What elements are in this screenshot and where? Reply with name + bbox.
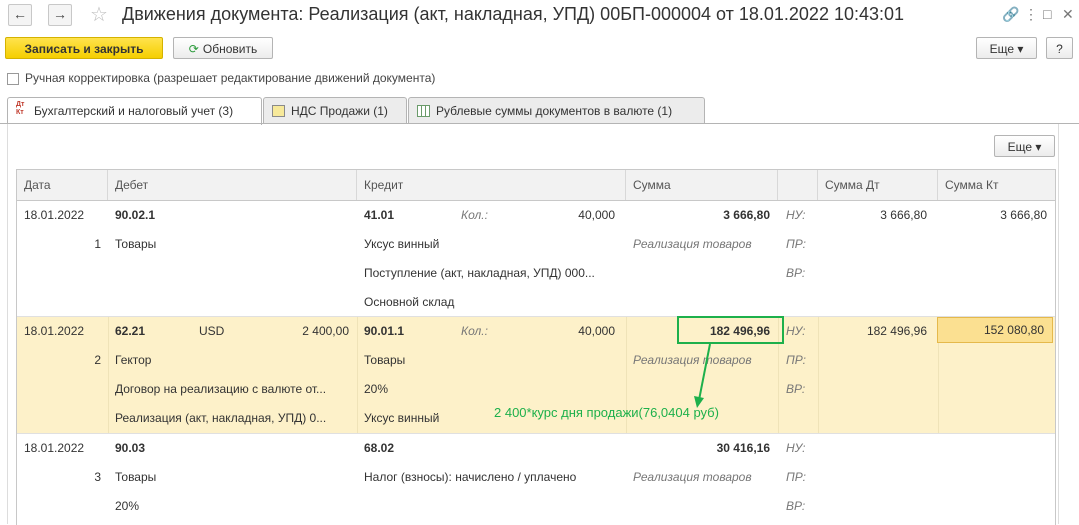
- tab-accounting-label: Бухгалтерский и налоговый учет (3): [34, 104, 234, 118]
- vr-label: ВР:: [786, 266, 806, 280]
- more-button[interactable]: Еще ▾: [976, 37, 1037, 59]
- table-row[interactable]: 18.01.2022 3 90.03 Товары 20% 68.02 Нало…: [17, 434, 1055, 525]
- row-sum: 3 666,80: [723, 208, 770, 222]
- column-debit[interactable]: Дебет: [108, 170, 357, 200]
- movements-table: Дата Дебет Кредит Сумма Сумма Дт Сумма К…: [16, 169, 1056, 525]
- more-vertical-icon[interactable]: ⋮: [1024, 6, 1038, 23]
- tab-vat-sales-label: НДС Продажи (1): [291, 104, 388, 118]
- manual-correction-label: Ручная корректировка (разрешает редактир…: [25, 71, 436, 85]
- annotation-box: [677, 316, 784, 344]
- refresh-icon: ⟳: [188, 42, 199, 56]
- row-sum-dt: 182 496,96: [866, 324, 927, 338]
- window-title: Движения документа: Реализация (акт, нак…: [122, 4, 905, 24]
- debit-subconto: Договор на реализацию с валюте от...: [115, 382, 327, 396]
- table-header: Дата Дебет Кредит Сумма Сумма Дт Сумма К…: [17, 170, 1055, 201]
- credit-subconto: Товары: [364, 353, 406, 367]
- column-sum-dt[interactable]: Сумма Дт: [818, 170, 938, 200]
- row-sum-kt: 152 080,80: [983, 323, 1044, 337]
- help-button[interactable]: ?: [1046, 37, 1073, 59]
- debit-currency-amount: 2 400,00: [302, 324, 349, 338]
- selected-cell-sum-kt[interactable]: 152 080,80: [937, 317, 1053, 343]
- arrow-right-icon: →: [53, 6, 67, 22]
- title-bar: ← → ☆ Движения документа: Реализация (ак…: [0, 0, 1079, 30]
- grid-more-button[interactable]: Еще ▾: [994, 135, 1055, 157]
- credit-subconto: Основной склад: [364, 295, 455, 309]
- credit-subconto: Уксус винный: [364, 411, 440, 425]
- debit-account: 62.21: [115, 324, 146, 338]
- favorite-star-icon[interactable]: ☆: [90, 2, 108, 27]
- row-sum: 30 416,16: [716, 441, 770, 455]
- tab-ruble-sums[interactable]: Рублевые суммы документов в валюте (1): [408, 97, 705, 123]
- credit-subconto: 20%: [364, 382, 389, 396]
- column-sum-kt[interactable]: Сумма Кт: [938, 170, 1055, 200]
- row-content: Реализация товаров: [633, 237, 752, 251]
- table-row[interactable]: 18.01.2022 1 90.02.1 Товары 41.01 Кол.: …: [17, 201, 1055, 317]
- column-sum[interactable]: Сумма: [626, 170, 778, 200]
- row-number: 1: [94, 237, 101, 251]
- row-sum-kt: 3 666,80: [1000, 208, 1047, 222]
- save-and-close-button[interactable]: Записать и закрыть: [5, 37, 163, 59]
- credit-account: 68.02: [364, 441, 395, 455]
- arrow-left-icon: ←: [13, 6, 27, 22]
- row-date: 18.01.2022: [24, 208, 85, 222]
- row-date: 18.01.2022: [24, 324, 85, 338]
- debit-subconto: Товары: [115, 470, 157, 484]
- row-content: Реализация товаров: [633, 470, 752, 484]
- forward-button[interactable]: →: [48, 4, 72, 26]
- close-icon[interactable]: ✕: [1062, 6, 1074, 23]
- refresh-label: Обновить: [202, 42, 258, 56]
- debit-subconto: Реализация (акт, накладная, УПД) 0...: [115, 411, 327, 425]
- row-number: 2: [94, 353, 101, 367]
- credit-qty-label: Кол.:: [461, 208, 488, 222]
- row-number: 3: [94, 470, 101, 484]
- table-icon: [417, 105, 430, 117]
- column-date[interactable]: Дата: [17, 170, 108, 200]
- nu-label: НУ:: [786, 324, 806, 338]
- tab-ruble-sums-label: Рублевые суммы документов в валюте (1): [436, 104, 673, 118]
- register-icon: [272, 105, 285, 117]
- link-icon[interactable]: 🔗: [1002, 6, 1019, 23]
- credit-qty: 40,000: [578, 208, 615, 222]
- debit-subconto: 20%: [115, 499, 140, 513]
- column-blank: [778, 170, 818, 200]
- nu-label: НУ:: [786, 441, 806, 455]
- credit-subconto: Налог (взносы): начислено / уплачено: [364, 470, 577, 484]
- debit-subconto: Товары: [115, 237, 157, 251]
- tab-accounting[interactable]: Дт Кт Бухгалтерский и налоговый учет (3): [7, 97, 262, 125]
- debit-account: 90.02.1: [115, 208, 156, 222]
- debit-credit-icon: Дт Кт: [16, 101, 25, 116]
- vr-label: ВР:: [786, 382, 806, 396]
- credit-subconto: Уксус винный: [364, 237, 440, 251]
- pr-label: ПР:: [786, 237, 806, 251]
- credit-subconto: Поступление (акт, накладная, УПД) 000...: [364, 266, 595, 280]
- column-credit[interactable]: Кредит: [357, 170, 626, 200]
- annotation-arrow: [694, 343, 711, 408]
- annotation-text: 2 400*курс дня продажи(76,0404 руб): [494, 405, 719, 420]
- credit-account: 41.01: [364, 208, 395, 222]
- nu-label: НУ:: [786, 208, 806, 222]
- manual-correction-checkbox[interactable]: [7, 73, 19, 85]
- debit-account: 90.03: [115, 441, 146, 455]
- maximize-icon[interactable]: □: [1043, 6, 1051, 22]
- pr-label: ПР:: [786, 353, 806, 367]
- credit-qty: 40,000: [578, 324, 615, 338]
- back-button[interactable]: ←: [8, 4, 32, 26]
- refresh-button[interactable]: ⟳ Обновить: [173, 37, 273, 59]
- credit-qty-label: Кол.:: [461, 324, 488, 338]
- debit-subconto: Гектор: [115, 353, 152, 367]
- debit-currency: USD: [199, 324, 225, 338]
- row-date: 18.01.2022: [24, 441, 85, 455]
- credit-account: 90.01.1: [364, 324, 405, 338]
- row-sum-dt: 3 666,80: [880, 208, 927, 222]
- pr-label: ПР:: [786, 470, 806, 484]
- tab-vat-sales[interactable]: НДС Продажи (1): [263, 97, 407, 123]
- vr-label: ВР:: [786, 499, 806, 513]
